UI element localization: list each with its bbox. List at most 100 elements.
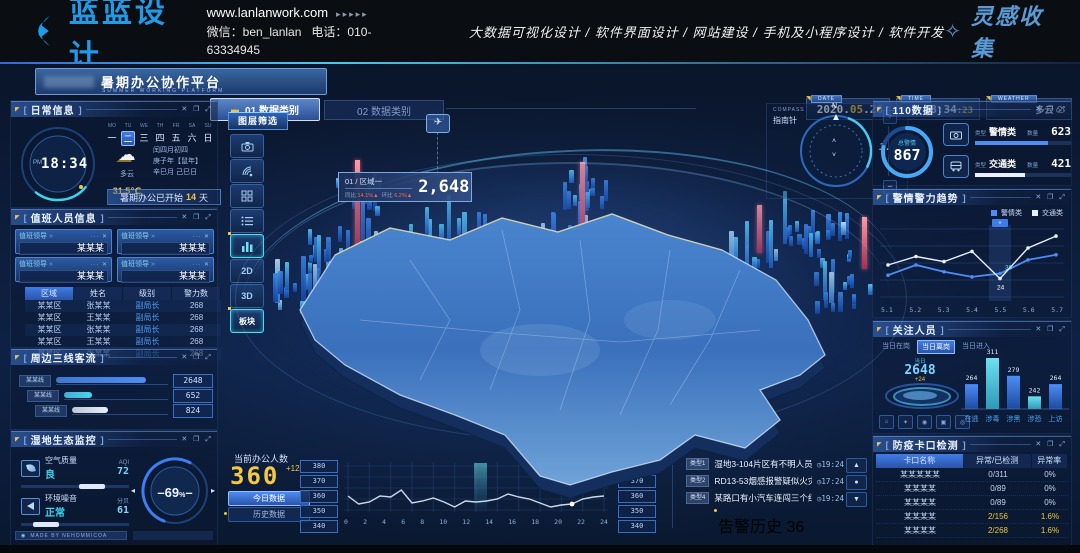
duty-table-header[interactable]: 区域姓名级别警力数 [25,287,221,300]
contact-block: www.lanlanwork.com▸▸▸▸▸ 微信：ben_lanlan 电话… [207,3,409,59]
services-line: 大数据可视化设计 / 软件界面设计 / 网站建设 / 手机及小程序设计 / 软件… [469,22,944,41]
focus-icon[interactable]: ▣ [936,415,951,429]
y-axis-box: 340 [300,520,338,533]
tooltip-value: 2,648 [418,177,469,197]
focus-icon-row: ⌂ ✦ ◉ ▣ ◎ [879,415,970,429]
svg-text:242: 242 [1029,386,1041,394]
map-3d[interactable] [240,180,860,510]
x-tick: 5.3 [938,306,950,314]
x-tick: 16 [508,518,516,526]
collect-label: 灵感收集 [971,0,1058,63]
panel-eco-monitor: ◤[湿地生态监控]✕ ❐ ⤢ 空气质量 良 AQI 72 [10,430,218,548]
air-quality-block: 空气质量 良 AQI 72 [21,455,129,488]
dashboard-subtitle: SUMMER WORKING PLATFORM [102,88,224,94]
star-dot [334,157,335,158]
alarm-history-count: 36 [786,519,804,536]
trend-legend[interactable]: 警情类 交通类 [991,208,1063,218]
air-unit: AQI [117,460,129,466]
svg-text:264: 264 [966,374,978,382]
alarm-total-gauge: 总警情 867 [879,124,935,180]
table-row[interactable]: 某某区王某某副局长268 [25,336,221,348]
panel-focus-header: ◤[关注人员]✕ ❐ ⤢ [873,321,1071,337]
clock-time: 18:34 [41,156,88,172]
panel-daily-info: ◤[日常信息]✕ ❐ ⤢ PM 18:34 MO一TU二WE三TH四FR五SA六… [10,100,218,208]
wechat: 微信：ben_lanlan [207,25,302,39]
gauge-right-arrow[interactable]: ▸ [211,486,215,495]
focus-gauge-delta: +24 [879,377,961,383]
arrows-decoration: ▸▸▸▸▸ [336,9,369,19]
panel-110-data: ◤[110数据]✕ ❐ ⤢ 总警情 867 类型警情类数量623 [872,100,1072,186]
site-header: 蓝蓝设计 www.lanlanwork.com▸▸▸▸▸ 微信：ben_lanl… [0,0,1080,62]
star-dot [575,106,577,108]
dashboard: ✈ 暑期办公协作平台 SUMMER WORKING PLATFORM ▬01 数… [0,62,1080,553]
checkpoint-table-header[interactable]: 卡口名称异常/已检测异常率 [876,454,1068,468]
table-row[interactable]: 某某区张某某副局长268 [25,324,221,336]
weekday-cell: TH四 [153,123,167,146]
table-row[interactable]: 某某区王某某副局长268 [25,312,221,324]
table-row[interactable]: 某某某某0/890% [876,496,1068,510]
gauge-left-arrow[interactable]: ◂ [131,486,135,495]
plane-marker-line [437,132,438,174]
table-row[interactable]: 某某某某2/1561.6% [876,510,1068,524]
compass-down-chevron[interactable]: ˅ [832,152,836,159]
x-tick: 5.7 [1051,306,1063,314]
table-row[interactable]: 某某某某2/2681.6% [876,524,1068,538]
map-tooltip: 01 / 区域一 同比 14.1%▲ 环比 6.2%▲ 2,648 [338,172,472,202]
footer-bar-decoration [133,531,213,540]
tooltip-title: 01 / 区域一 [345,176,412,189]
noise-slider[interactable] [21,523,129,526]
bus-icon [943,155,969,178]
alarm-progress-bar [975,141,1048,145]
focus-bar-chart: 264在逃311涉毒279涉黑242涉恐264上访 [959,341,1071,433]
weekday-cell: FR五 [169,123,183,146]
duty-card[interactable]: 值班领导 »··· ✕ 某某某 [15,257,112,282]
focus-icon[interactable]: ✦ [898,415,913,429]
air-slider[interactable] [21,485,129,488]
flow-row: 某某线2648 [19,373,213,388]
traffic-type-item: 类型交通类数量421 [943,155,1071,178]
plane-marker-icon[interactable]: ✈ [426,114,450,133]
panel-header-icons[interactable]: ✕ ❐ ⤢ [181,105,213,114]
star-dot [634,112,636,114]
panel-title: 日常信息 [31,102,75,117]
duty-card[interactable]: 值班领导 »··· ✕ 某某某 [117,229,214,254]
table-row[interactable]: 某某某某某0/3110% [876,468,1068,482]
panel-duty-info: ◤[值班人员信息]✕ ❐ ⤢ 值班领导 »··· ✕ 某某某 值班领导 »···… [10,208,218,348]
focus-icon[interactable]: ◉ [917,415,932,429]
weekday-cell: SU日 [201,123,215,146]
table-row[interactable]: 某某区张某某副局长268 [25,300,221,312]
table-row[interactable]: 某某某某0/890% [876,482,1068,496]
x-tick: 8 [420,518,424,526]
layer-button-camera[interactable] [230,134,264,158]
duty-card[interactable]: 值班领导 »··· ✕ 某某某 [15,229,112,254]
noise-value: 61 [117,505,129,516]
tab-left-duty[interactable]: 当日离岗 [917,340,955,354]
weekday-cell: SA六 [185,123,199,146]
site-url[interactable]: www.lanlanwork.com [207,5,328,20]
banner-marker-dot [714,509,717,512]
star-dot [539,132,541,134]
compass-up-chevron[interactable]: ˄ [832,138,836,145]
flow-rows: 某某线2648某某线652某某线824 [19,373,213,418]
focus-icon[interactable]: ⌂ [879,415,894,429]
noise-unit: 分贝 [117,496,129,505]
collect-link[interactable]: ✧ 灵感收集 [944,0,1058,63]
star-dot [741,129,743,131]
x-tick: 5.2 [909,306,921,314]
bottom-dark-bar [0,545,1080,553]
date-label: DATE [811,95,842,103]
layer-filter-title: 图层筛选 [228,112,288,130]
duty-card[interactable]: 值班领导 »··· ✕ 某某某 [117,257,214,282]
noise-block: 环境噪音 正常 分贝 61 [21,493,129,526]
radar-icon [241,165,253,177]
svg-text:279: 279 [1008,366,1020,374]
panel-eco-header: ◤[湿地生态监控]✕ ❐ ⤢ [11,431,217,447]
x-tick: 4 [382,518,386,526]
panel-110-header: ◤[110数据]✕ ❐ ⤢ [873,101,1071,117]
compass-dial[interactable]: N ˄ ˅ [797,112,875,190]
svg-text:在逃: 在逃 [965,414,979,423]
alarm-history-banner[interactable]: 告警历史 36 [718,513,864,532]
notice-bar: 暑期办公已开始14天 [107,189,221,205]
trend-x-axis: 5.15.25.35.45.55.65.7 [881,306,1063,314]
svg-text:30: 30 [1005,265,1013,272]
